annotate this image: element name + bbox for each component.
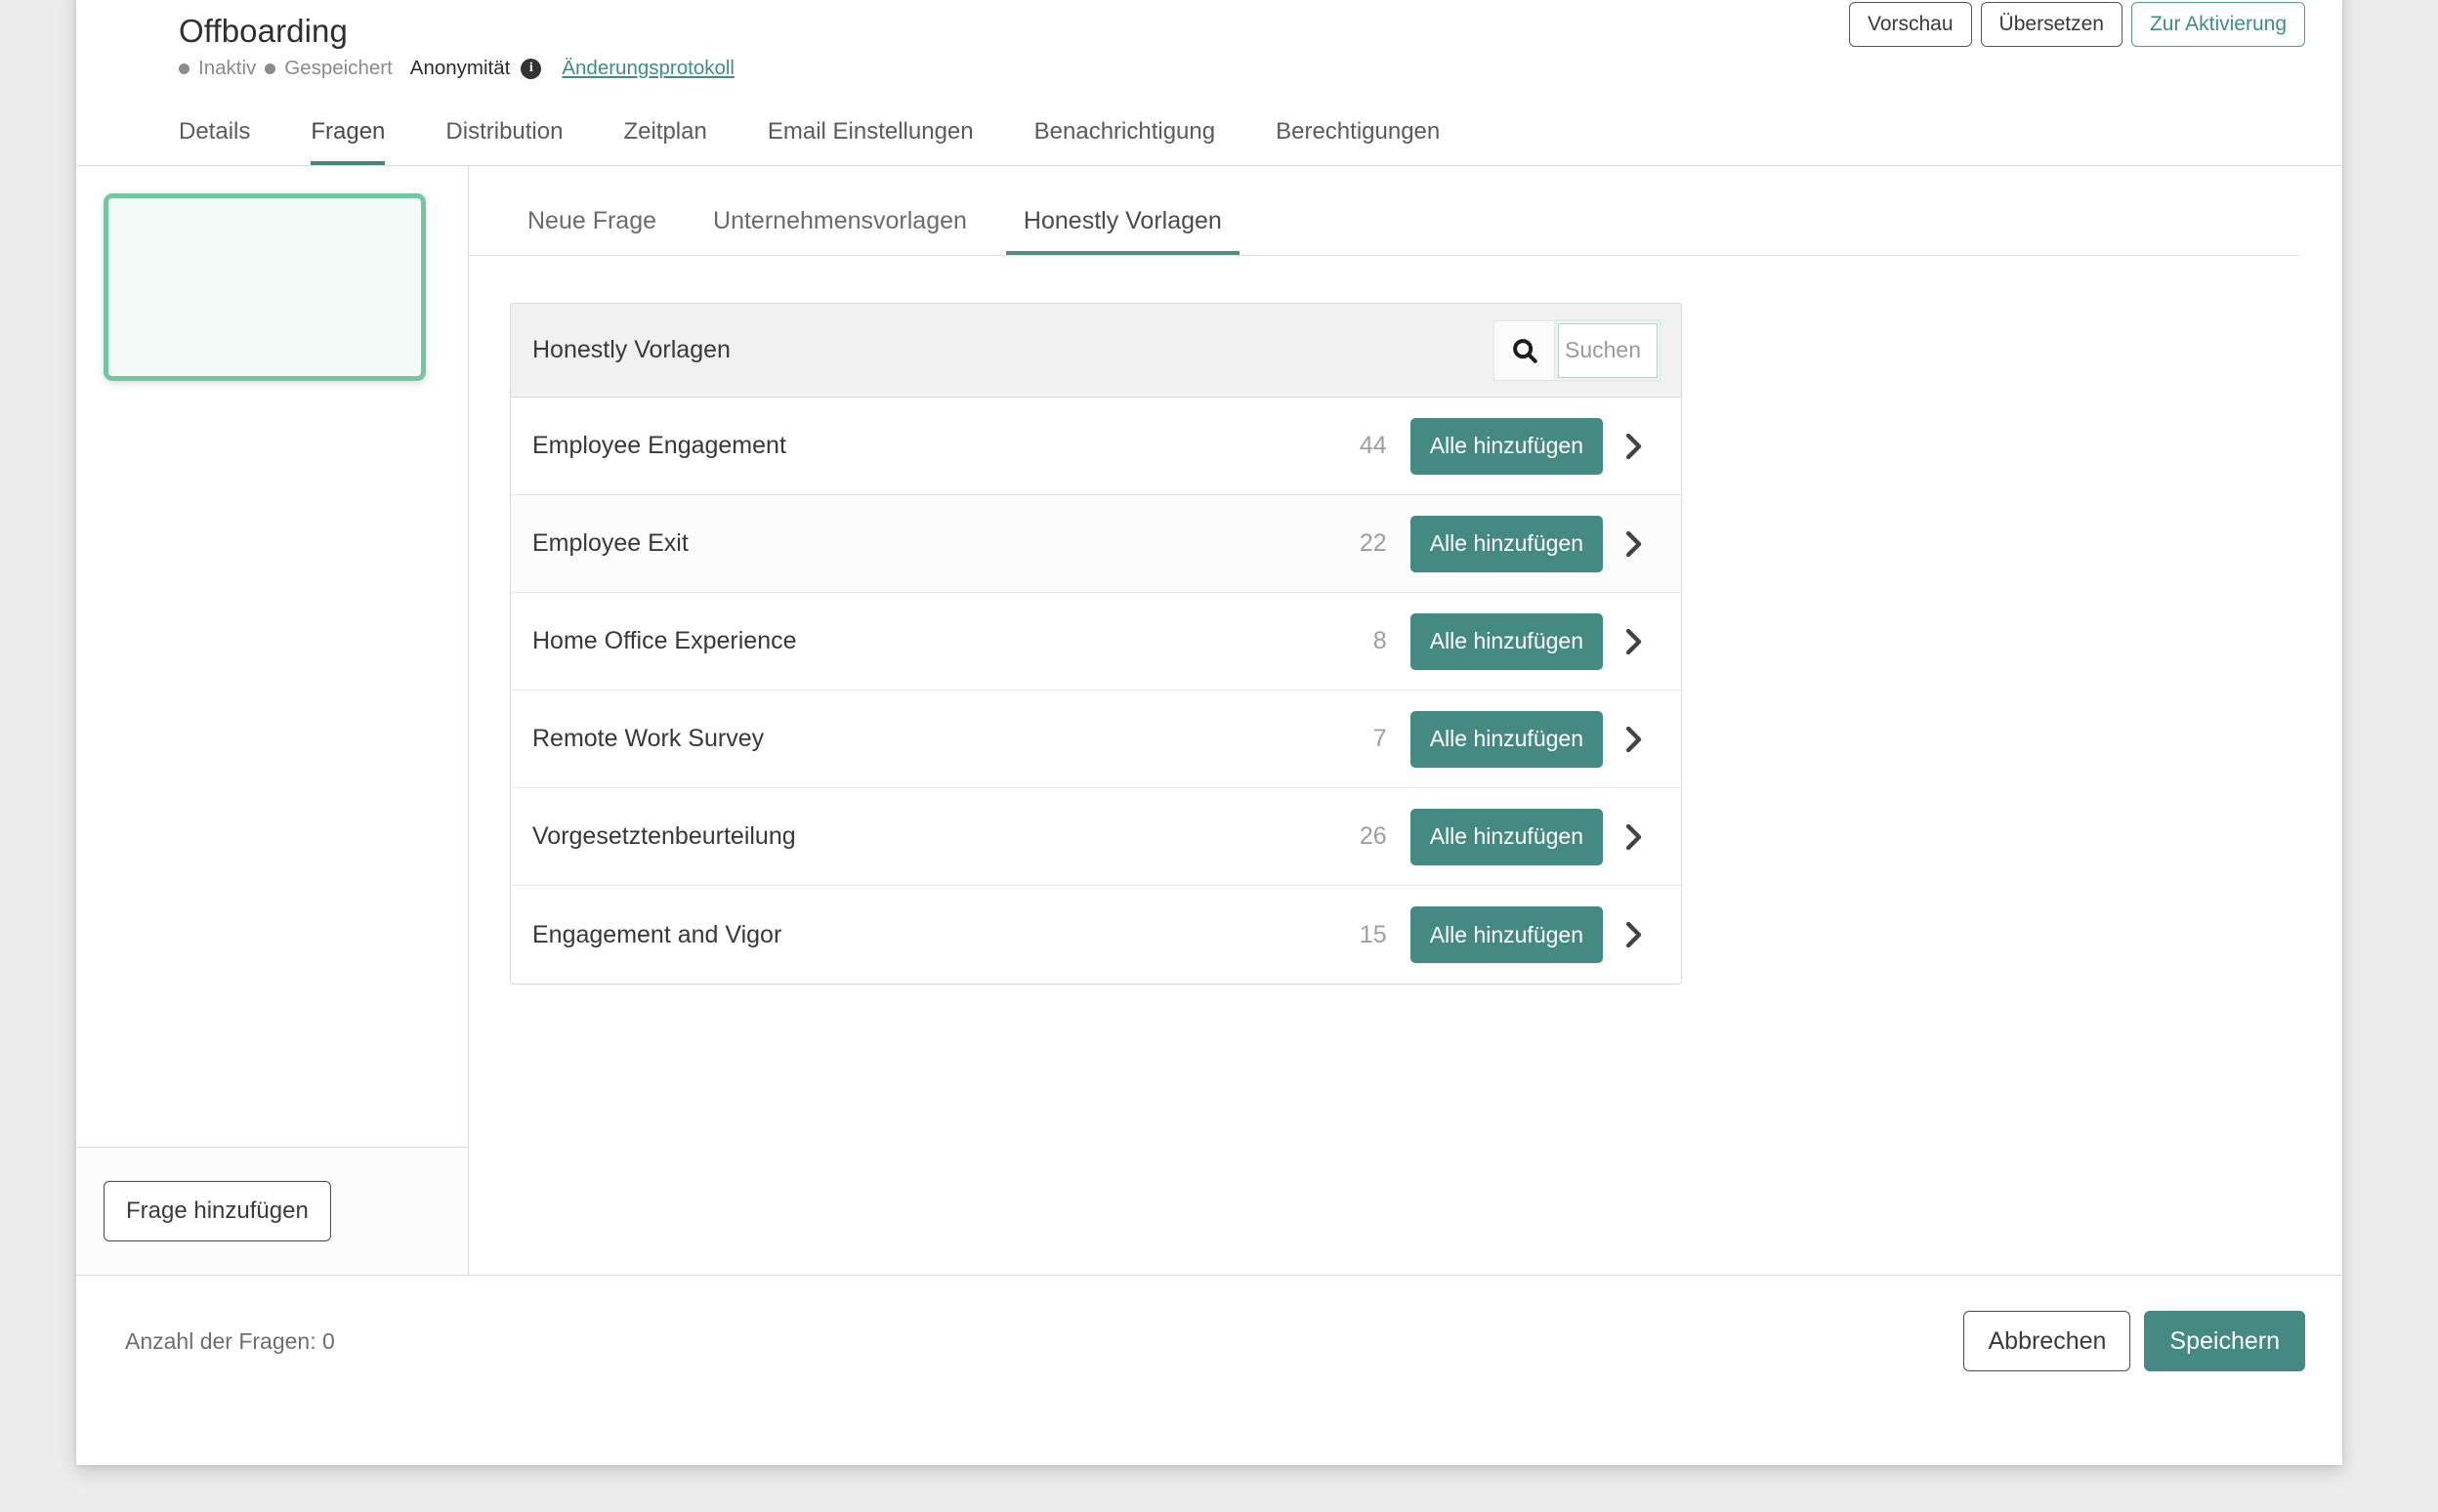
subtab-honestly-vorlagen[interactable]: Honestly Vorlagen	[1006, 207, 1240, 255]
tab-distribution[interactable]: Distribution	[445, 118, 563, 165]
search-input[interactable]	[1558, 323, 1658, 378]
preview-button[interactable]: Vorschau	[1849, 2, 1972, 47]
chevron-right-icon[interactable]	[1603, 625, 1663, 658]
editor-footer: Anzahl der Fragen: 0 Abbrechen Speichern	[76, 1275, 2342, 1407]
search-input-focus-ring	[1554, 319, 1661, 382]
template-question-count: 7	[1336, 725, 1387, 753]
subtab-unternehmensvorlagen[interactable]: Unternehmensvorlagen	[695, 207, 985, 255]
add-all-button[interactable]: Alle hinzufügen	[1410, 711, 1603, 768]
survey-editor-card: Offboarding Inaktiv Gespeichert Anonymit…	[76, 0, 2342, 1465]
chevron-right-icon[interactable]	[1603, 723, 1663, 756]
question-card-empty[interactable]	[104, 193, 426, 381]
tab-berechtigungen[interactable]: Berechtigungen	[1276, 118, 1440, 165]
template-question-count: 22	[1336, 529, 1387, 558]
survey-meta-row: Inaktiv Gespeichert Anonymität i Änderun…	[179, 57, 2303, 80]
template-name: Home Office Experience	[532, 627, 1336, 655]
main-tab-bar: Details Fragen Distribution Zeitplan Ema…	[76, 98, 2342, 166]
editor-content: Neue Frage Unternehmensvorlagen Honestly…	[469, 166, 2342, 1275]
table-row[interactable]: Remote Work Survey 7 Alle hinzufügen	[511, 691, 1681, 788]
changelog-link[interactable]: Änderungsprotokoll	[562, 57, 735, 80]
tab-email-einstellungen[interactable]: Email Einstellungen	[768, 118, 974, 165]
question-sidebar: Frage hinzufügen	[76, 166, 469, 1275]
table-row[interactable]: Vorgesetztenbeurteilung 26 Alle hinzufüg…	[511, 788, 1681, 886]
search-group	[1493, 319, 1661, 382]
templates-panel-title: Honestly Vorlagen	[532, 336, 731, 364]
subtab-neue-frage[interactable]: Neue Frage	[510, 207, 674, 255]
question-source-tab-bar: Neue Frage Unternehmensvorlagen Honestly…	[469, 166, 2299, 256]
status-dot-inactive	[179, 63, 189, 74]
add-all-button[interactable]: Alle hinzufügen	[1410, 516, 1603, 572]
search-icon[interactable]	[1493, 320, 1554, 381]
templates-panel: Honestly Vorlagen	[510, 303, 1682, 985]
template-name: Employee Exit	[532, 529, 1336, 558]
template-name: Remote Work Survey	[532, 725, 1336, 753]
survey-header: Offboarding Inaktiv Gespeichert Anonymit…	[76, 0, 2342, 98]
template-question-count: 15	[1336, 921, 1387, 949]
save-button[interactable]: Speichern	[2144, 1311, 2305, 1371]
question-count-label: Anzahl der Fragen: 0	[125, 1328, 335, 1355]
chevron-right-icon[interactable]	[1603, 527, 1663, 561]
status-dot-saved	[265, 63, 275, 74]
table-row[interactable]: Engagement and Vigor 15 Alle hinzufügen	[511, 886, 1681, 984]
table-row[interactable]: Home Office Experience 8 Alle hinzufügen	[511, 593, 1681, 691]
template-name: Vorgesetztenbeurteilung	[532, 822, 1336, 851]
add-question-button[interactable]: Frage hinzufügen	[104, 1181, 331, 1241]
info-icon[interactable]: i	[521, 59, 541, 79]
add-all-button[interactable]: Alle hinzufügen	[1410, 809, 1603, 865]
table-row[interactable]: Employee Exit 22 Alle hinzufügen	[511, 495, 1681, 593]
table-row[interactable]: Employee Engagement 44 Alle hinzufügen	[511, 398, 1681, 495]
tab-fragen[interactable]: Fragen	[311, 118, 385, 165]
add-all-button[interactable]: Alle hinzufügen	[1410, 613, 1603, 670]
template-name: Employee Engagement	[532, 432, 1336, 460]
status-saved-label: Gespeichert	[284, 57, 393, 80]
header-actions: Vorschau Übersetzen Zur Aktivierung	[1849, 2, 2305, 47]
add-all-button[interactable]: Alle hinzufügen	[1410, 906, 1603, 963]
template-question-count: 44	[1336, 432, 1387, 460]
template-question-count: 8	[1336, 627, 1387, 655]
chevron-right-icon[interactable]	[1603, 430, 1663, 463]
tab-benachrichtigung[interactable]: Benachrichtigung	[1034, 118, 1215, 165]
activate-button[interactable]: Zur Aktivierung	[2131, 2, 2305, 47]
anonymity-label: Anonymität	[410, 57, 511, 80]
chevron-right-icon[interactable]	[1603, 918, 1663, 951]
question-card-list	[76, 166, 468, 1148]
sidebar-footer: Frage hinzufügen	[76, 1148, 468, 1275]
add-all-button[interactable]: Alle hinzufügen	[1410, 418, 1603, 475]
template-name: Engagement and Vigor	[532, 921, 1336, 949]
status-inactive-label: Inaktiv	[198, 57, 256, 80]
translate-button[interactable]: Übersetzen	[1981, 2, 2123, 47]
template-question-count: 26	[1336, 822, 1387, 851]
chevron-right-icon[interactable]	[1603, 820, 1663, 854]
cancel-button[interactable]: Abbrechen	[1963, 1311, 2130, 1371]
tab-zeitplan[interactable]: Zeitplan	[623, 118, 706, 165]
footer-actions: Abbrechen Speichern	[1963, 1311, 2305, 1371]
templates-panel-header: Honestly Vorlagen	[511, 304, 1681, 398]
editor-body: Frage hinzufügen Neue Frage Unternehmens…	[76, 166, 2342, 1275]
tab-details[interactable]: Details	[179, 118, 250, 165]
